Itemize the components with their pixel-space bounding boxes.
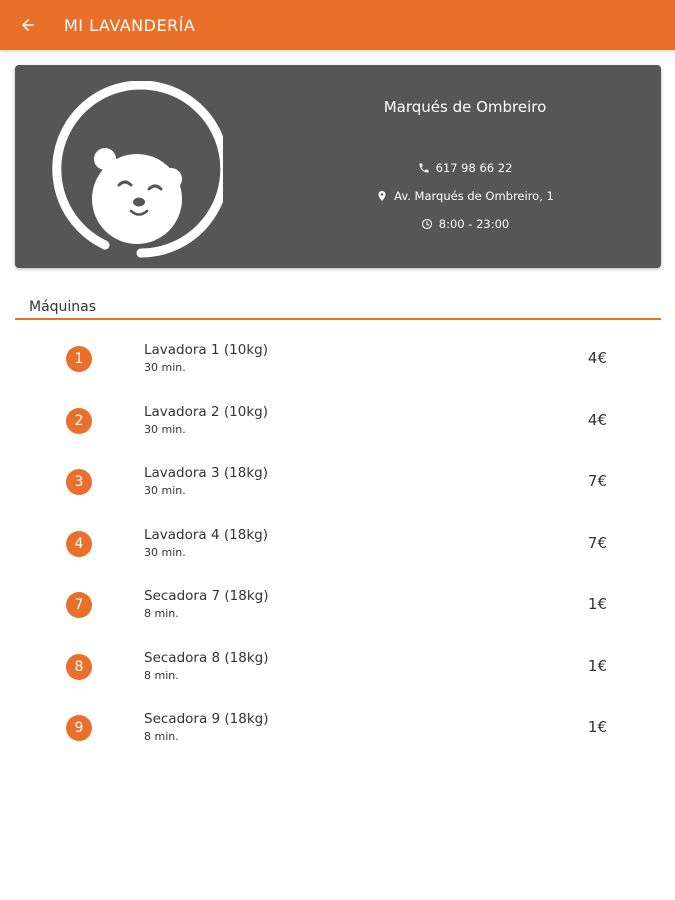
page-title: MI LAVANDERÍA — [64, 15, 196, 35]
machine-list: 1 Lavadora 1 (10kg) 30 min. 4€ 2 Lavador… — [0, 329, 675, 760]
machine-price: 7€ — [587, 533, 607, 552]
machine-price: 1€ — [587, 718, 607, 736]
machine-duration: 8 min. — [144, 607, 179, 620]
store-address: Av. Marqués de Ombreiro, 1 — [394, 189, 554, 203]
machine-price: 4€ — [587, 410, 607, 429]
store-name: Marqués de Ombreiro — [383, 98, 547, 116]
list-item[interactable]: 3 Lavadora 3 (18kg) 30 min. 7€ — [0, 452, 675, 514]
machine-price: 1€ — [587, 656, 607, 675]
machine-duration: 8 min. — [144, 730, 179, 743]
machine-name: Secadora 9 (18kg) — [144, 711, 269, 727]
store-phone-row[interactable]: 617 98 66 22 — [325, 161, 605, 175]
machine-price: 7€ — [587, 472, 607, 490]
machine-name: Lavadora 4 (18kg) — [144, 526, 268, 543]
list-item[interactable]: 9 Secadora 9 (18kg) 8 min. 1€ — [0, 698, 675, 760]
machine-price: 4€ — [587, 349, 607, 367]
app-bar: MI LAVANDERÍA — [0, 0, 675, 50]
arrow-back-icon — [22, 19, 34, 31]
store-hours-row: 8:00 - 23:00 — [325, 217, 605, 231]
machine-number-badge: 9 — [66, 715, 92, 741]
machine-price: 1€ — [587, 595, 607, 613]
bear-logo-icon — [52, 81, 223, 258]
store-address-row[interactable]: Av. Marqués de Ombreiro, 1 — [325, 189, 605, 203]
machines-section-title: Máquinas — [29, 299, 97, 315]
clock-icon — [421, 218, 432, 230]
machine-name: Lavadora 3 (18kg) — [144, 465, 268, 481]
list-item[interactable]: 1 Lavadora 1 (10kg) 30 min. 4€ — [0, 329, 675, 391]
machine-duration: 8 min. — [144, 668, 179, 682]
machine-number-badge: 2 — [66, 407, 92, 434]
machine-duration: 30 min. — [144, 361, 186, 374]
machine-number-badge: 1 — [66, 346, 92, 372]
machine-name: Secadora 8 (18kg) — [144, 649, 269, 666]
store-card: Marqués de Ombreiro 617 98 66 22 Av. Mar… — [15, 65, 661, 268]
machine-duration: 30 min. — [144, 545, 186, 559]
list-item[interactable]: 7 Secadora 7 (18kg) 8 min. 1€ — [0, 575, 675, 637]
list-item[interactable]: 4 Lavadora 4 (18kg) 30 min. 7€ — [0, 514, 675, 576]
list-item[interactable]: 8 Secadora 8 (18kg) 8 min. 1€ — [0, 637, 675, 699]
machine-number-badge: 3 — [66, 469, 92, 495]
machine-number-badge: 7 — [66, 592, 92, 618]
machine-name: Lavadora 2 (10kg) — [144, 403, 268, 420]
machine-name: Lavadora 1 (10kg) — [144, 342, 268, 358]
machine-number-badge: 4 — [66, 530, 92, 557]
machine-duration: 30 min. — [144, 484, 186, 497]
store-phone: 617 98 66 22 — [435, 161, 513, 175]
phone-icon — [419, 163, 429, 173]
machine-number-badge: 8 — [66, 653, 92, 680]
list-item[interactable]: 2 Lavadora 2 (10kg) 30 min. 4€ — [0, 391, 675, 453]
store-hours: 8:00 - 23:00 — [438, 217, 510, 231]
machine-duration: 30 min. — [144, 422, 186, 436]
back-button[interactable] — [0, 0, 56, 50]
section-divider — [15, 318, 661, 320]
location-pin-icon — [378, 191, 386, 201]
machine-name: Secadora 7 (18kg) — [144, 588, 269, 604]
